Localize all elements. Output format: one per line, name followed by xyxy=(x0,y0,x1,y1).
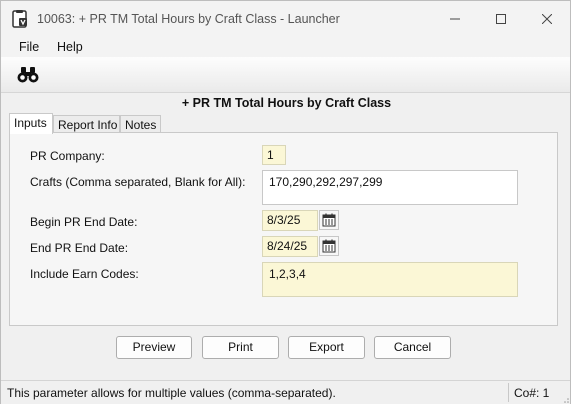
calendar-icon xyxy=(322,213,336,227)
report-title: + PR TM Total Hours by Craft Class xyxy=(181,96,392,110)
close-button[interactable] xyxy=(524,1,570,37)
crafts-label: Crafts (Comma separated, Blank for All): xyxy=(30,175,246,189)
begin-date-label: Begin PR End Date: xyxy=(30,215,138,229)
app-icon xyxy=(12,10,27,28)
end-date-field[interactable]: 8/24/25 xyxy=(262,236,318,257)
export-button[interactable]: Export xyxy=(288,336,365,359)
close-icon xyxy=(542,14,552,24)
menu-bar: File Help xyxy=(1,37,570,57)
menu-help[interactable]: Help xyxy=(57,40,83,54)
earn-codes-field[interactable]: 1,2,3,4 xyxy=(262,262,518,297)
begin-date-field[interactable]: 8/3/25 xyxy=(262,210,318,231)
end-date-label: End PR End Date: xyxy=(30,241,129,255)
menu-file[interactable]: File xyxy=(19,40,39,54)
toolbar xyxy=(1,57,570,93)
title-bar[interactable]: 10063: + PR TM Total Hours by Craft Clas… xyxy=(1,1,570,37)
earn-codes-label: Include Earn Codes: xyxy=(30,267,139,281)
minimize-button[interactable] xyxy=(432,1,478,37)
status-message: This parameter allows for multiple value… xyxy=(7,386,336,400)
print-button[interactable]: Print xyxy=(202,336,279,359)
calendar-icon xyxy=(322,239,336,253)
resize-grip-icon[interactable] xyxy=(561,395,569,403)
end-date-calendar-button[interactable] xyxy=(319,236,339,256)
binoculars-icon[interactable] xyxy=(17,66,39,84)
crafts-field[interactable]: 170,290,292,297,299 xyxy=(262,170,518,205)
status-divider xyxy=(508,383,509,402)
company-indicator: Co#: 1 xyxy=(514,386,550,400)
pr-company-field[interactable]: 1 xyxy=(262,145,286,165)
preview-button[interactable]: Preview xyxy=(116,336,192,359)
window-title: 10063: + PR TM Total Hours by Craft Clas… xyxy=(37,12,340,26)
launcher-window: 10063: + PR TM Total Hours by Craft Clas… xyxy=(0,0,571,404)
maximize-button[interactable] xyxy=(478,1,524,37)
tab-inputs[interactable]: Inputs xyxy=(9,113,53,134)
pr-company-label: PR Company: xyxy=(30,149,105,163)
begin-date-calendar-button[interactable] xyxy=(319,210,339,230)
maximize-icon xyxy=(496,14,506,24)
minimize-icon xyxy=(450,18,460,20)
status-bar: This parameter allows for multiple value… xyxy=(1,380,570,404)
cancel-button[interactable]: Cancel xyxy=(374,336,451,359)
